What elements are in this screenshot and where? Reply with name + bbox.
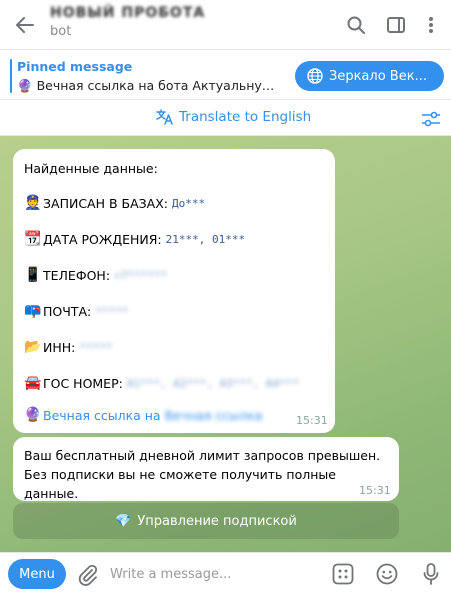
pinned-text: 🔮 Вечная ссылка на бота Актуальную с... bbox=[17, 78, 283, 94]
mirror-button-label: Зеркало Век... bbox=[329, 68, 427, 84]
result-value: +7****** bbox=[114, 268, 168, 282]
eternal-link-text[interactable]: Вечная ссылка на bbox=[43, 408, 161, 423]
eternal-link-target[interactable]: Вечная ссылка bbox=[165, 408, 263, 423]
paperclip-icon[interactable] bbox=[76, 563, 100, 587]
chat-messages-area[interactable]: Найденные данные: 👮 ЗАПИСАН В БАЗАХ: До*… bbox=[0, 136, 451, 552]
message-time: 15:31 bbox=[359, 484, 391, 497]
chat-header: НОВЫЙ ПРОБОТА bot bbox=[0, 0, 451, 50]
result-value: A1***, A2***, A3***, A4*** bbox=[126, 376, 300, 390]
limit-message-text: Ваш бесплатный дневной лимит запросов пр… bbox=[24, 446, 394, 503]
result-label: ИНН: bbox=[43, 339, 76, 355]
folder-icon: 📂 bbox=[24, 339, 42, 355]
result-label: ДАТА РОЖДЕНИЯ: bbox=[43, 231, 162, 247]
result-label: ТЕЛЕФОН: bbox=[43, 267, 111, 283]
result-label: ГОС НОМЕР: bbox=[43, 375, 123, 391]
limit-line-2: Без подписки вы не сможете получить полн… bbox=[24, 467, 336, 501]
translate-label: Translate to English bbox=[179, 109, 312, 125]
result-value: ***** bbox=[79, 340, 113, 354]
result-value: До*** bbox=[171, 196, 206, 210]
globe-icon bbox=[307, 68, 323, 84]
commands-icon[interactable] bbox=[331, 562, 355, 586]
message-time: 15:31 bbox=[296, 414, 328, 427]
message-bubble-results[interactable]: Найденные данные: 👮 ЗАПИСАН В БАЗАХ: До*… bbox=[13, 149, 335, 433]
pinned-message-bar[interactable]: Pinned message 🔮 Вечная ссылка на бота А… bbox=[0, 51, 451, 100]
crystal-ball-icon: 🔮 bbox=[24, 407, 42, 423]
translate-bar: Translate to English bbox=[0, 101, 451, 136]
message-bubble-limit[interactable]: Ваш бесплатный дневной лимит запросов пр… bbox=[13, 437, 399, 501]
gem-icon: 💎 bbox=[115, 513, 132, 529]
mobile-phone-icon: 📱 bbox=[24, 267, 42, 283]
pinned-indicator bbox=[10, 59, 12, 93]
car-icon: 🚘 bbox=[24, 375, 42, 391]
emoji-icon[interactable] bbox=[375, 562, 399, 586]
translate-icon bbox=[156, 109, 174, 125]
message-composer: Menu bbox=[0, 552, 451, 594]
mirror-button[interactable]: Зеркало Век... bbox=[295, 61, 444, 91]
result-value: 21***, 01*** bbox=[165, 232, 246, 246]
chat-title: НОВЫЙ ПРОБОТА bbox=[50, 5, 206, 21]
crystal-ball-icon: 🔮 bbox=[17, 78, 33, 93]
result-row-email: 📪 ПОЧТА: ***** bbox=[24, 303, 128, 319]
chat-title-block[interactable]: НОВЫЙ ПРОБОТА bot bbox=[50, 5, 205, 39]
translate-settings-icon[interactable] bbox=[420, 109, 442, 129]
pinned-label: Pinned message bbox=[17, 59, 133, 74]
result-value: ***** bbox=[95, 304, 129, 318]
search-icon[interactable] bbox=[344, 13, 368, 37]
microphone-icon[interactable] bbox=[419, 562, 443, 586]
translate-button[interactable]: Translate to English bbox=[156, 109, 311, 125]
menu-button[interactable]: Menu bbox=[8, 559, 66, 589]
eternal-link-row[interactable]: 🔮 Вечная ссылка на Вечная ссылка bbox=[24, 407, 262, 423]
manage-subscription-button[interactable]: 💎 Управление подпиской bbox=[13, 503, 399, 539]
result-row-inn: 📂 ИНН: ***** bbox=[24, 339, 113, 355]
results-heading: Найденные данные: bbox=[24, 161, 158, 176]
result-row-databases: 👮 ЗАПИСАН В БАЗАХ: До*** bbox=[24, 195, 205, 211]
result-label: ЗАПИСАН В БАЗАХ: bbox=[43, 195, 168, 211]
calendar-icon: 📆 bbox=[24, 231, 42, 247]
manage-subscription-label: Управление подпиской bbox=[137, 513, 297, 529]
result-row-plate: 🚘 ГОС НОМЕР: A1***, A2***, A3***, A4*** bbox=[24, 375, 299, 391]
back-arrow-icon[interactable] bbox=[12, 12, 38, 38]
limit-line-1: Ваш бесплатный дневной лимит запросов пр… bbox=[24, 448, 381, 463]
mailbox-icon: 📪 bbox=[24, 303, 42, 319]
sidebar-toggle-icon[interactable] bbox=[384, 13, 408, 37]
result-label: ПОЧТА: bbox=[43, 303, 92, 319]
more-vertical-icon[interactable] bbox=[419, 13, 443, 37]
police-officer-icon: 👮 bbox=[24, 195, 42, 211]
pinned-text-content: Вечная ссылка на бота Актуальную с... bbox=[36, 78, 283, 93]
result-row-phone: 📱 ТЕЛЕФОН: +7****** bbox=[24, 267, 167, 283]
chat-subtitle: bot bbox=[50, 24, 72, 39]
result-row-birthdate: 📆 ДАТА РОЖДЕНИЯ: 21***, 01*** bbox=[24, 231, 245, 247]
message-input[interactable] bbox=[110, 563, 320, 585]
